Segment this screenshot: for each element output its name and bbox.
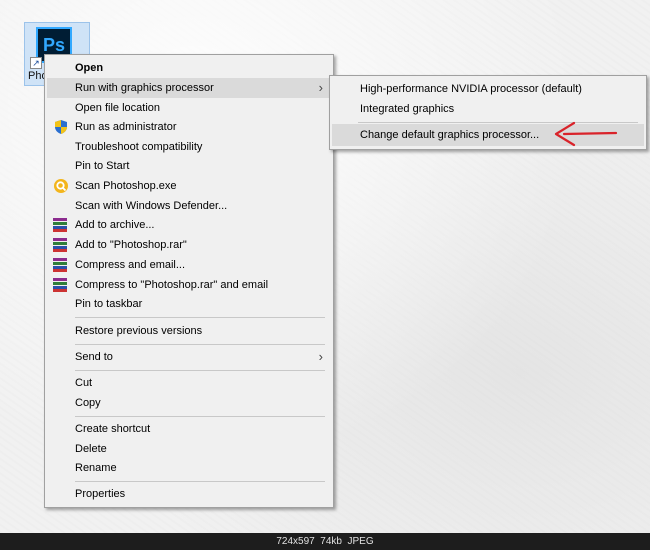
menu-item-label: Run with graphics processor [75, 82, 214, 94]
menu-item-label: Pin to taskbar [75, 298, 143, 310]
submenu-item-label: Integrated graphics [360, 103, 455, 115]
menu-item-create-shortcut[interactable]: Create shortcut [47, 419, 331, 439]
menu-item-properties[interactable]: Properties [47, 484, 331, 504]
menu-separator [75, 481, 325, 482]
menu-item-restore-previous-versions[interactable]: Restore previous versions [47, 321, 331, 341]
submenu-item-label: Change default graphics processor... [360, 129, 540, 141]
menu-item-troubleshoot-compatibility[interactable]: Troubleshoot compatibility [47, 137, 331, 157]
menu-item-label: Cut [75, 377, 93, 389]
antivirus-scan-icon [54, 179, 68, 193]
menu-item-label: Rename [75, 462, 117, 474]
menu-item-label: Compress and email... [75, 259, 186, 271]
menu-item-delete[interactable]: Delete [47, 439, 331, 459]
menu-item-pin-to-taskbar[interactable]: Pin to taskbar [47, 294, 331, 314]
menu-item-compress-and-email[interactable]: Compress and email... [47, 255, 331, 275]
menu-item-open[interactable]: Open [47, 58, 331, 78]
menu-item-run-with-graphics-processor[interactable]: Run with graphics processor › [47, 78, 331, 98]
menu-item-open-file-location[interactable]: Open file location [47, 98, 331, 118]
menu-item-label: Pin to Start [75, 160, 130, 172]
menu-item-label: Add to archive... [75, 219, 155, 231]
menu-item-label: Add to "Photoshop.rar" [75, 239, 187, 251]
menu-item-label: Compress to "Photoshop.rar" and email [75, 279, 269, 291]
winrar-icon [53, 278, 67, 292]
menu-item-label: Delete [75, 443, 107, 455]
winrar-icon [53, 218, 67, 232]
menu-item-label: Create shortcut [75, 423, 151, 435]
menu-item-label: Properties [75, 488, 126, 500]
menu-item-label: Scan with Windows Defender... [75, 200, 228, 212]
menu-item-add-to-photoshop-rar[interactable]: Add to "Photoshop.rar" [47, 235, 331, 255]
winrar-icon [53, 238, 67, 252]
menu-item-run-as-administrator[interactable]: Run as administrator [47, 117, 331, 137]
menu-item-cut[interactable]: Cut [47, 373, 331, 393]
menu-separator [75, 344, 325, 345]
shortcut-arrow-icon: ↗ [30, 57, 42, 69]
submenu-item-label: High-performance NVIDIA processor (defau… [360, 83, 582, 95]
context-menu: Open Run with graphics processor › Open … [44, 54, 334, 508]
menu-item-copy[interactable]: Copy [47, 393, 331, 413]
menu-separator [75, 370, 325, 371]
menu-item-label: Send to [75, 351, 113, 363]
menu-item-scan-photoshop[interactable]: Scan Photoshop.exe [47, 176, 331, 196]
menu-item-label: Copy [75, 397, 101, 409]
menu-item-label: Open file location [75, 102, 160, 114]
menu-item-compress-to-rar-and-email[interactable]: Compress to "Photoshop.rar" and email [47, 275, 331, 295]
submenu-item-high-performance-nvidia[interactable]: High-performance NVIDIA processor (defau… [332, 78, 644, 100]
menu-item-rename[interactable]: Rename [47, 458, 331, 478]
menu-item-label: Scan Photoshop.exe [75, 180, 177, 192]
menu-item-scan-with-windows-defender[interactable]: Scan with Windows Defender... [47, 196, 331, 216]
menu-item-label: Restore previous versions [75, 325, 203, 337]
menu-item-label: Troubleshoot compatibility [75, 141, 203, 153]
menu-separator [75, 317, 325, 318]
image-info-footer: 724x597 74kb JPEG [0, 533, 650, 550]
menu-item-label: Open [75, 62, 104, 74]
uac-shield-icon [55, 120, 67, 134]
menu-item-pin-to-start[interactable]: Pin to Start [47, 156, 331, 176]
winrar-icon [53, 258, 67, 272]
submenu-item-integrated-graphics[interactable]: Integrated graphics [332, 98, 644, 120]
chevron-right-icon: › [318, 349, 323, 364]
menu-separator [75, 416, 325, 417]
image-info-text: 724x597 74kb JPEG [276, 536, 374, 547]
menu-item-label: Run as administrator [75, 121, 177, 133]
menu-item-send-to[interactable]: Send to › [47, 347, 331, 367]
chevron-right-icon: › [318, 80, 323, 95]
red-arrow-annotation-icon [554, 121, 618, 147]
menu-item-add-to-archive[interactable]: Add to archive... [47, 215, 331, 235]
